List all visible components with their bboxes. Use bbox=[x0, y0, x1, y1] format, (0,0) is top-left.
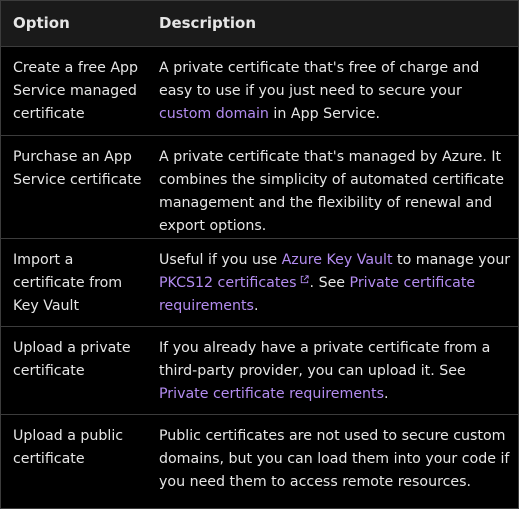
table-body: Create a free App Service managed certif… bbox=[1, 45, 518, 502]
description-column-header: Description bbox=[159, 14, 257, 32]
option-cell: Purchase an App Service certificate bbox=[1, 134, 148, 238]
option-cell: Upload a public certificate bbox=[1, 413, 148, 502]
table-header: Option Description bbox=[1, 1, 518, 46]
table-row: Upload a public certificate Public certi… bbox=[1, 413, 518, 502]
pkcs12-certificates-link[interactable]: PKCS12 certificates bbox=[159, 275, 297, 291]
option-cell: Upload a private certificate bbox=[1, 325, 148, 414]
description-cell: A private certificate that's free of cha… bbox=[148, 45, 518, 135]
description-text: Public certificates are not used to secu… bbox=[159, 427, 510, 490]
table-row: Import a certificate from Key Vault Usef… bbox=[1, 237, 518, 326]
private-certificate-requirements-link[interactable]: Private certificate requirements bbox=[159, 386, 384, 402]
description-text: A private certificate that's free of cha… bbox=[159, 59, 480, 99]
header-row: Option Description bbox=[1, 1, 518, 46]
description-cell: Useful if you use Azure Key Vault to man… bbox=[148, 237, 518, 326]
description-text: A private certificate that's managed by … bbox=[159, 148, 504, 234]
description-cell: A private certificate that's managed by … bbox=[148, 134, 518, 238]
description-text: in App Service. bbox=[268, 105, 381, 122]
custom-domain-link[interactable]: custom domain bbox=[159, 106, 269, 122]
description-text: . bbox=[253, 297, 259, 314]
description-text: . See bbox=[309, 274, 350, 291]
description-cell: If you already have a private certificat… bbox=[148, 325, 518, 414]
option-cell: Create a free App Service managed certif… bbox=[1, 45, 148, 135]
description-text: Useful if you use bbox=[159, 251, 282, 268]
description-text: . bbox=[384, 385, 389, 402]
table-row: Create a free App Service managed certif… bbox=[1, 45, 518, 135]
option-cell: Import a certificate from Key Vault bbox=[1, 237, 148, 326]
description-text: If you already have a private certificat… bbox=[159, 339, 491, 379]
external-link-icon bbox=[300, 274, 309, 283]
table-row: Upload a private certificate If you alre… bbox=[1, 325, 518, 414]
description-text: to manage your bbox=[392, 251, 511, 268]
option-column-header: Option bbox=[13, 14, 70, 32]
certificate-options-table: Option Description Create a free App Ser… bbox=[1, 1, 518, 502]
certificate-options-table-container: Option Description Create a free App Ser… bbox=[0, 0, 519, 509]
table-row: Purchase an App Service certificate A pr… bbox=[1, 134, 518, 238]
azure-key-vault-link[interactable]: Azure Key Vault bbox=[282, 252, 393, 268]
description-cell: Public certificates are not used to secu… bbox=[148, 413, 518, 502]
